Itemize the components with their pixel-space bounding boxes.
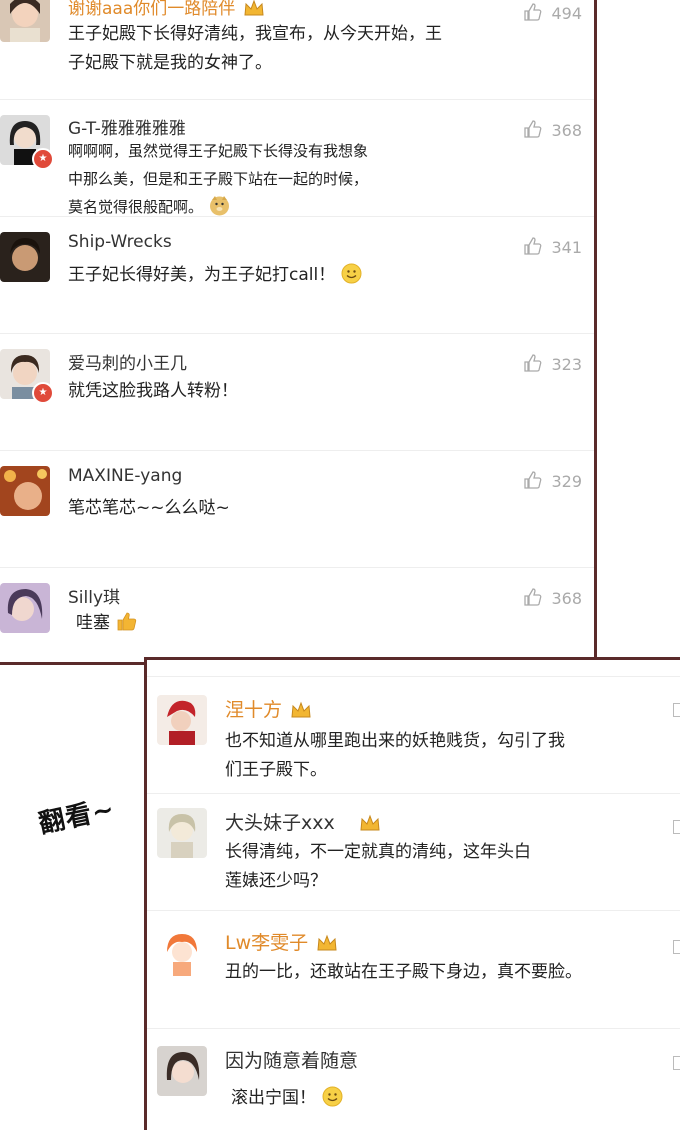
username[interactable]: Ship-Wrecks	[68, 232, 172, 252]
thumbs-up-icon	[524, 471, 542, 489]
like-button[interactable]: 329	[523, 470, 582, 491]
avatar[interactable]	[157, 808, 207, 858]
avatar[interactable]	[157, 695, 207, 745]
comment-row: 谢谢aaa你们一路陪伴 王子妃殿下长得好清纯，我宣布，从今天开始，王子妃殿下就是…	[0, 0, 594, 100]
more-icon[interactable]	[673, 820, 680, 834]
verified-badge-icon: ★	[32, 148, 54, 170]
thumbs-up-icon	[524, 354, 542, 372]
thumbs-up-icon	[524, 120, 542, 138]
like-button[interactable]: 341	[523, 236, 582, 257]
comments-panel-bottom: 涅十方 也不知道从哪里跑出来的妖艳贱货，勾引了我们王子殿下。 大头妹子xxx 长…	[144, 657, 680, 1130]
username[interactable]: G-T-雅雅雅雅雅	[68, 114, 186, 139]
username[interactable]: 爱马刺的小王几	[68, 349, 187, 374]
comment-row: Ship-Wrecks 王子妃长得好美，为王子妃打call！ 341	[0, 216, 594, 334]
crown-icon	[291, 701, 311, 718]
like-button[interactable]: 368	[523, 587, 582, 608]
crown-icon	[360, 814, 380, 831]
thumbs-up-icon	[524, 588, 542, 606]
comment-text: 丑的一比，还敢站在王子殿下身边，真不要脸。	[225, 962, 582, 982]
like-count: 368	[551, 589, 582, 608]
caption-text: 翻看~	[36, 794, 118, 840]
like-count: 494	[551, 4, 582, 23]
like-count: 368	[551, 121, 582, 140]
comment-text: 也不知道从哪里跑出来的妖艳贱货，勾引了我们王子殿下。	[225, 731, 565, 780]
comment-row: Silly琪 哇塞 368	[0, 567, 594, 662]
more-icon[interactable]	[673, 1056, 680, 1070]
comment-text: 哇塞	[76, 609, 276, 638]
thumbs-up-emoji-icon	[117, 612, 137, 631]
avatar[interactable]	[157, 1046, 207, 1096]
avatar[interactable]	[0, 232, 50, 282]
comment-text: 长得清纯，不一定就真的清纯，这年头白莲婊还少吗？	[225, 842, 531, 891]
smile-emoji-icon	[341, 263, 362, 284]
comment-text: 笔芯笔芯~~么么哒~	[68, 498, 230, 518]
crown-icon	[317, 934, 337, 951]
avatar[interactable]	[0, 0, 50, 42]
more-icon[interactable]	[673, 940, 680, 954]
like-count: 341	[551, 238, 582, 257]
like-button[interactable]: 368	[523, 119, 582, 140]
comment-text: 滚出宁国！	[231, 1084, 531, 1113]
username[interactable]: 因为随意着随意	[225, 1046, 358, 1073]
comment-row: 大头妹子xxx 长得清纯，不一定就真的清纯，这年头白莲婊还少吗？	[147, 792, 680, 911]
username[interactable]: Lw李雯子	[225, 928, 338, 955]
like-button[interactable]: 494	[523, 2, 582, 23]
comment-row: ★ G-T-雅雅雅雅雅 啊啊啊，虽然觉得王子妃殿下长得没有我想象中那么美，但是和…	[0, 99, 594, 217]
username[interactable]: Silly琪	[68, 583, 120, 608]
comment-row: 因为随意着随意 滚出宁国！	[147, 1028, 680, 1130]
like-count: 323	[551, 355, 582, 374]
comment-row: MAXINE-yang 笔芯笔芯~~么么哒~ 329	[0, 450, 594, 568]
smile-emoji-icon	[322, 1086, 343, 1107]
more-icon[interactable]	[673, 703, 680, 717]
comment-row: 涅十方 也不知道从哪里跑出来的妖艳贱货，勾引了我们王子殿下。	[147, 676, 680, 794]
comments-panel-top: 谢谢aaa你们一路陪伴 王子妃殿下长得好清纯，我宣布，从今天开始，王子妃殿下就是…	[0, 0, 597, 665]
avatar[interactable]	[0, 466, 50, 516]
comment-text: 就凭这脸我路人转粉！	[68, 381, 238, 401]
comment-text: 王子妃长得好美，为王子妃打call！	[68, 261, 448, 290]
username[interactable]: 谢谢aaa你们一路陪伴	[68, 0, 265, 19]
thumbs-up-icon	[524, 3, 542, 21]
thumbs-up-icon	[524, 237, 542, 255]
verified-badge-icon: ★	[32, 382, 54, 404]
comment-row: ★ 爱马刺的小王几 就凭这脸我路人转粉！ 323	[0, 333, 594, 451]
doge-emoji-icon	[210, 196, 230, 216]
comment-text: 王子妃殿下长得好清纯，我宣布，从今天开始，王子妃殿下就是我的女神了。	[68, 24, 442, 73]
username[interactable]: 涅十方	[225, 695, 312, 722]
avatar[interactable]	[157, 928, 207, 978]
username[interactable]: 大头妹子xxx	[225, 808, 381, 835]
like-button[interactable]: 323	[523, 353, 582, 374]
comment-text: 啊啊啊，虽然觉得王子妃殿下长得没有我想象中那么美，但是和王子殿下站在一起的时候，…	[68, 142, 369, 216]
crown-icon	[244, 0, 264, 16]
comment-row: Lw李雯子 丑的一比，还敢站在王子殿下身边，真不要脸。	[147, 910, 680, 1029]
avatar[interactable]	[0, 583, 50, 633]
username[interactable]: MAXINE-yang	[68, 466, 182, 486]
like-count: 329	[551, 472, 582, 491]
